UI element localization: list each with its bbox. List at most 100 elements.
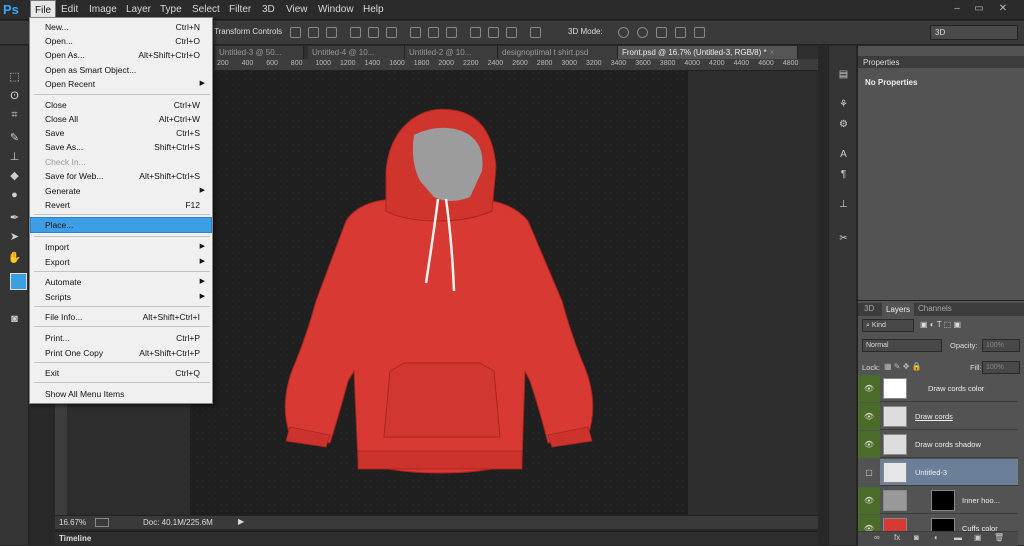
status-preview-icon[interactable] xyxy=(95,518,109,527)
fx-icon[interactable]: fx xyxy=(894,533,900,542)
close-window-button[interactable]: ✕ xyxy=(994,2,1012,16)
tab-channels[interactable]: Channels xyxy=(918,304,952,313)
align-top-icon[interactable] xyxy=(290,27,301,38)
tab-designoptimal[interactable]: designoptimal t shirt.psd xyxy=(498,46,618,59)
marquee-tool-icon[interactable]: ⬚ xyxy=(6,70,23,84)
tab-3d[interactable]: 3D xyxy=(864,304,874,313)
tab-untitled-2[interactable]: Untitled-2 @ 10... xyxy=(405,46,498,59)
menu-window[interactable]: Window xyxy=(314,0,358,20)
quick-mask-icon[interactable]: ◙ xyxy=(6,312,23,326)
workspace-select[interactable]: 3D xyxy=(930,25,1018,40)
tab-untitled-4[interactable]: Untitled-4 @ 10... xyxy=(308,46,405,59)
layer-filter-icons[interactable]: ▣ ◐ T ⬚ ▣ xyxy=(920,320,961,329)
new-layer-icon[interactable]: ▣ xyxy=(974,533,982,542)
menu-item-generate[interactable]: Generate ▶ xyxy=(31,184,211,198)
menu-item-automate[interactable]: Automate ▶ xyxy=(31,275,211,289)
tab-untitled-3[interactable]: Untitled-3 @ 50... xyxy=(215,46,304,59)
distribute-right-icon[interactable] xyxy=(506,27,517,38)
blur-tool-icon[interactable]: ◆ xyxy=(6,169,23,183)
menu-item-print[interactable]: Print... Ctrl+P xyxy=(31,331,211,345)
timeline-label[interactable]: Timeline xyxy=(59,534,91,543)
layer-row-inner-hood[interactable]: 👁 Inner hoo... xyxy=(858,487,1018,514)
link-layers-icon[interactable]: ∞ xyxy=(874,533,880,542)
menu-item-new[interactable]: New... Ctrl+N xyxy=(31,20,211,34)
menu-item-close[interactable]: Close Ctrl+W xyxy=(31,98,211,112)
filter-kind-select[interactable]: ⌕ Kind xyxy=(862,319,914,332)
menu-item-open-recent[interactable]: Open Recent ▶ xyxy=(31,77,211,91)
3d-rotate-icon[interactable] xyxy=(618,27,629,38)
layer-name[interactable]: Draw cords xyxy=(915,412,953,421)
menu-item-export[interactable]: Export ▶ xyxy=(31,255,211,269)
tool-presets-icon[interactable]: ⚙ xyxy=(837,118,850,131)
distribute-hcenter-icon[interactable] xyxy=(488,27,499,38)
brush-presets-icon[interactable]: ⚘ xyxy=(837,98,850,111)
menu-item-open-smart-object[interactable]: Open as Smart Object... xyxy=(31,63,211,77)
zoom-level[interactable]: 16.67% xyxy=(59,518,86,527)
character-icon[interactable]: A xyxy=(837,148,850,161)
close-tab-icon[interactable]: × xyxy=(770,48,775,57)
brush-tool-icon[interactable]: ✎ xyxy=(6,131,23,145)
menu-view[interactable]: View xyxy=(282,0,312,20)
menu-item-save-for-web[interactable]: Save for Web... Alt+Shift+Ctrl+S xyxy=(31,169,211,183)
menu-item-print-one-copy[interactable]: Print One Copy Alt+Shift+Ctrl+P xyxy=(31,346,211,360)
foreground-color-swatch[interactable] xyxy=(10,273,27,290)
tab-layers[interactable]: Layers xyxy=(882,303,915,316)
layer-name[interactable]: Inner hoo... xyxy=(962,496,1000,505)
align-bottom-icon[interactable] xyxy=(326,27,337,38)
eye-hidden-icon[interactable]: ▢ xyxy=(858,459,880,486)
menu-item-close-all[interactable]: Close All Alt+Ctrl+W xyxy=(31,112,211,126)
align-right-icon[interactable] xyxy=(386,27,397,38)
eye-icon[interactable]: 👁 xyxy=(858,403,880,430)
menu-item-open[interactable]: Open... Ctrl+O xyxy=(31,34,211,48)
distribute-vcenter-icon[interactable] xyxy=(428,27,439,38)
tools-panel-icon[interactable]: ✂ xyxy=(837,232,850,245)
3d-slide-icon[interactable] xyxy=(675,27,686,38)
eye-icon[interactable]: 👁 xyxy=(858,487,880,514)
distribute-bottom-icon[interactable] xyxy=(446,27,457,38)
crop-tool-icon[interactable]: ⌗ xyxy=(6,108,23,122)
menu-item-file-info[interactable]: File Info... Alt+Shift+Ctrl+I xyxy=(31,310,211,324)
blend-mode-select[interactable]: Normal xyxy=(862,339,942,352)
menu-item-open-as[interactable]: Open As... Alt+Shift+Ctrl+O xyxy=(31,48,211,62)
menu-3d[interactable]: 3D xyxy=(258,0,279,20)
adjustment-layer-icon[interactable]: ◐ xyxy=(934,533,939,542)
opacity-input[interactable]: 100% xyxy=(982,339,1020,352)
tab-front-psd[interactable]: Front.psd @ 16.7% (Untitled-3, RGB/8) * × xyxy=(618,46,798,59)
layer-row-untitled-3[interactable]: ▢ Untitled-3 xyxy=(858,459,1018,486)
clone-source-icon[interactable]: ⊥ xyxy=(837,198,850,211)
auto-align-icon[interactable] xyxy=(530,27,541,38)
align-left-icon[interactable] xyxy=(350,27,361,38)
layer-row-cuffs-color[interactable]: 👁 Cuffs color xyxy=(858,515,1018,532)
fill-input[interactable]: 100% xyxy=(982,361,1020,374)
3d-pan-icon[interactable] xyxy=(656,27,667,38)
menu-item-save[interactable]: Save Ctrl+S xyxy=(31,126,211,140)
dodge-tool-icon[interactable]: ● xyxy=(6,188,23,202)
menu-item-revert[interactable]: Revert F12 xyxy=(31,198,211,212)
menu-filter[interactable]: Filter xyxy=(225,0,255,20)
restore-button[interactable]: ▭ xyxy=(970,2,988,16)
align-vcenter-icon[interactable] xyxy=(308,27,319,38)
add-mask-icon[interactable]: ◙ xyxy=(914,533,919,542)
minimize-button[interactable]: – xyxy=(948,2,966,16)
layer-name[interactable]: Cuffs color xyxy=(962,524,998,531)
history-icon[interactable]: ▤ xyxy=(837,68,850,81)
layer-row-draw-cords-shadow[interactable]: 👁 Draw cords shadow xyxy=(858,431,1018,458)
menu-item-place[interactable]: Place... xyxy=(30,217,212,233)
menu-item-show-all[interactable]: Show All Menu Items xyxy=(31,387,211,401)
paragraph-icon[interactable]: ¶ xyxy=(837,168,850,181)
eye-icon[interactable]: 👁 xyxy=(858,515,880,531)
new-group-icon[interactable]: ▬ xyxy=(954,533,962,542)
eye-icon[interactable]: 👁 xyxy=(858,375,880,402)
distribute-top-icon[interactable] xyxy=(410,27,421,38)
document-canvas[interactable] xyxy=(190,71,688,515)
layer-row-draw-cords-color[interactable]: 👁 Draw cords color xyxy=(858,375,1018,402)
eye-icon[interactable]: 👁 xyxy=(858,431,880,458)
3d-roll-icon[interactable] xyxy=(637,27,648,38)
menu-item-scripts[interactable]: Scripts ▶ xyxy=(31,290,211,304)
layer-name[interactable]: Untitled-3 xyxy=(915,468,947,477)
layer-name[interactable]: Draw cords shadow xyxy=(915,440,981,449)
path-select-icon[interactable]: ➤ xyxy=(6,230,23,244)
layer-name[interactable]: Draw cords color xyxy=(928,384,984,393)
pen-tool-icon[interactable]: ✒ xyxy=(6,211,23,225)
layer-row-draw-cords[interactable]: 👁 Draw cords xyxy=(858,403,1018,430)
